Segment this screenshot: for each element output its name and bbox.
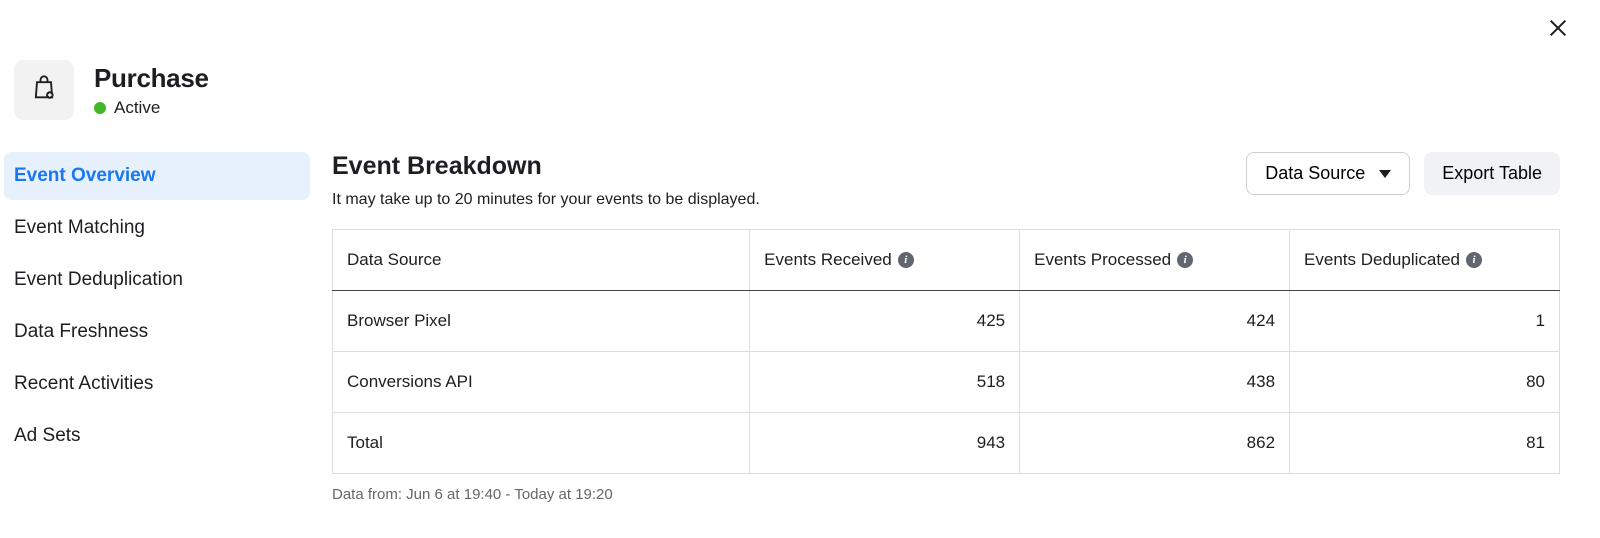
sidebar: Event Overview Event Matching Event Dedu…	[0, 152, 310, 503]
column-header-events-deduplicated: Events Deduplicated i	[1290, 230, 1560, 291]
column-header-events-processed: Events Processed i	[1020, 230, 1290, 291]
info-icon[interactable]: i	[898, 252, 914, 268]
event-icon-box	[14, 60, 74, 120]
sidebar-item-label: Ad Sets	[14, 425, 81, 446]
section-subtitle: It may take up to 20 minutes for your ev…	[332, 191, 760, 209]
status-indicator	[94, 102, 106, 114]
cell-source: Browser Pixel	[333, 291, 750, 352]
cell-processed: 424	[1020, 291, 1290, 352]
sidebar-item-recent-activities[interactable]: Recent Activities	[4, 360, 310, 408]
event-breakdown-table: Data Source Events Received i Events Pro…	[332, 229, 1560, 474]
sidebar-item-event-matching[interactable]: Event Matching	[4, 204, 310, 252]
data-source-dropdown[interactable]: Data Source	[1246, 152, 1410, 195]
sidebar-item-event-overview[interactable]: Event Overview	[4, 152, 310, 200]
event-header: Purchase Active	[0, 0, 1600, 120]
cell-processed: 438	[1020, 352, 1290, 413]
column-header-data-source: Data Source	[333, 230, 750, 291]
column-label: Events Deduplicated	[1304, 250, 1460, 270]
info-icon[interactable]: i	[1177, 252, 1193, 268]
sidebar-item-label: Event Matching	[14, 217, 145, 238]
cell-source: Total	[333, 413, 750, 474]
column-label: Events Received	[764, 250, 892, 270]
sidebar-item-label: Data Freshness	[14, 321, 148, 342]
table-row: Total 943 862 81	[333, 413, 1560, 474]
cell-source: Conversions API	[333, 352, 750, 413]
sidebar-item-label: Event Deduplication	[14, 269, 183, 290]
cell-received: 425	[750, 291, 1020, 352]
column-header-events-received: Events Received i	[750, 230, 1020, 291]
status-text: Active	[114, 98, 160, 118]
main-panel: Event Breakdown It may take up to 20 min…	[310, 152, 1600, 503]
sidebar-item-ad-sets[interactable]: Ad Sets	[4, 412, 310, 460]
table-row: Browser Pixel 425 424 1	[333, 291, 1560, 352]
column-label: Data Source	[347, 250, 442, 270]
close-button[interactable]	[1546, 18, 1570, 42]
cell-deduplicated: 80	[1290, 352, 1560, 413]
data-range-text: Data from: Jun 6 at 19:40 - Today at 19:…	[332, 486, 1560, 503]
info-icon[interactable]: i	[1466, 252, 1482, 268]
sidebar-item-label: Event Overview	[14, 165, 156, 186]
cell-received: 518	[750, 352, 1020, 413]
close-icon	[1547, 17, 1569, 44]
sidebar-item-label: Recent Activities	[14, 373, 153, 394]
shopping-bag-icon	[30, 74, 58, 107]
cell-deduplicated: 1	[1290, 291, 1560, 352]
chevron-down-icon	[1379, 170, 1391, 178]
table-row: Conversions API 518 438 80	[333, 352, 1560, 413]
button-label: Export Table	[1442, 163, 1542, 183]
sidebar-item-event-deduplication[interactable]: Event Deduplication	[4, 256, 310, 304]
export-table-button[interactable]: Export Table	[1424, 152, 1560, 195]
sidebar-item-data-freshness[interactable]: Data Freshness	[4, 308, 310, 356]
dropdown-label: Data Source	[1265, 163, 1365, 184]
section-title: Event Breakdown	[332, 152, 760, 181]
event-title: Purchase	[94, 63, 209, 94]
cell-deduplicated: 81	[1290, 413, 1560, 474]
cell-received: 943	[750, 413, 1020, 474]
cell-processed: 862	[1020, 413, 1290, 474]
column-label: Events Processed	[1034, 250, 1171, 270]
